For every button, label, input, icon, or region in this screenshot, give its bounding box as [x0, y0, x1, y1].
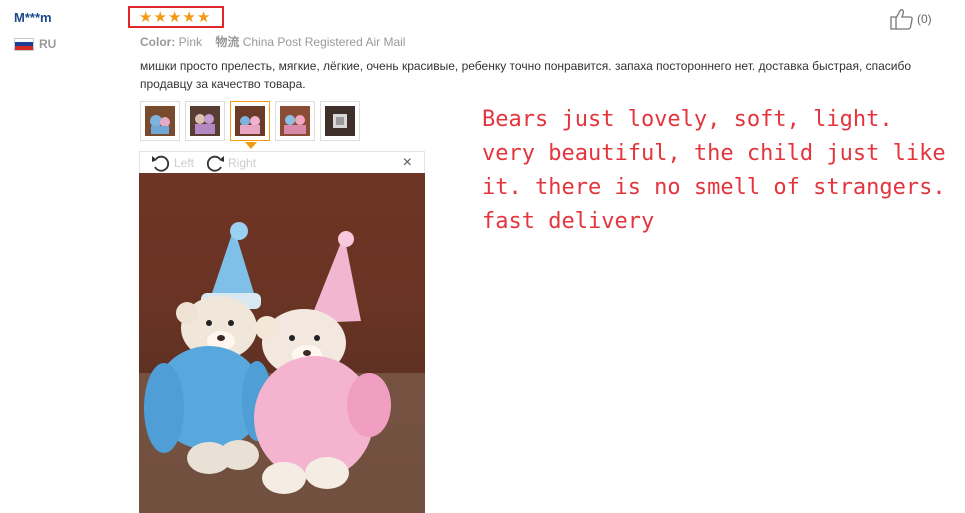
star-icon: ★	[167, 8, 182, 26]
thumbnail-selected[interactable]	[230, 101, 270, 149]
thumbnail[interactable]	[275, 101, 315, 141]
review-translation: Bears just lovely, soft, light. very bea…	[482, 103, 962, 239]
translation-line: fast delivery	[482, 209, 655, 234]
thumbnail[interactable]	[185, 101, 225, 141]
shipping-label: 物流	[215, 35, 240, 49]
star-icon: ★	[139, 8, 153, 26]
thumbs-up-icon[interactable]	[890, 8, 914, 30]
star-icon: ★	[182, 8, 196, 26]
rotate-right-icon	[206, 155, 225, 172]
close-icon[interactable]: ×	[403, 154, 412, 172]
helpful-count: (0)	[917, 12, 932, 26]
rotate-left-icon	[152, 155, 170, 172]
color-label: Color:	[140, 35, 176, 49]
star-icon: ★	[153, 8, 167, 26]
thumbnail[interactable]	[320, 101, 360, 141]
reviewer-country: RU	[14, 37, 56, 51]
star-rating: ★ ★ ★ ★ ★	[128, 6, 224, 28]
translation-line: very beautiful, the child just like	[482, 141, 946, 166]
thumbnail-image	[325, 106, 355, 136]
review-photo	[139, 173, 425, 513]
bears-photo	[139, 173, 425, 513]
star-icon: ★	[196, 8, 211, 26]
rotate-left-button[interactable]: Left	[150, 153, 194, 173]
order-attributes: Color: Pink 物流 China Post Registered Air…	[140, 33, 405, 50]
image-viewer-toolbar: Left Right ×	[139, 151, 425, 173]
rotate-left-label: Left	[174, 155, 195, 170]
rotate-right-button[interactable]: Right	[204, 153, 256, 173]
reviewer-name[interactable]: M***m	[14, 10, 52, 25]
country-code: RU	[39, 37, 57, 51]
color-value: Pink	[178, 35, 203, 49]
translation-line: it. there is no smell of strangers.	[482, 175, 946, 200]
rotate-right-label: Right	[228, 155, 257, 170]
review-text: мишки просто прелесть, мягкие, лёгкие, о…	[140, 59, 912, 91]
shipping-value: China Post Registered Air Mail	[242, 35, 406, 49]
thumbnail[interactable]	[140, 101, 180, 141]
thumbnail-image	[280, 106, 310, 136]
helpful-button[interactable]: (0)	[890, 8, 932, 30]
thumbnail-image	[190, 106, 220, 136]
photo-thumbnails	[140, 101, 360, 149]
thumbnail-image	[235, 106, 265, 136]
thumbnail-image	[145, 106, 175, 136]
russia-flag-icon	[14, 37, 34, 51]
translation-line: Bears just lovely, soft, light.	[482, 107, 893, 132]
